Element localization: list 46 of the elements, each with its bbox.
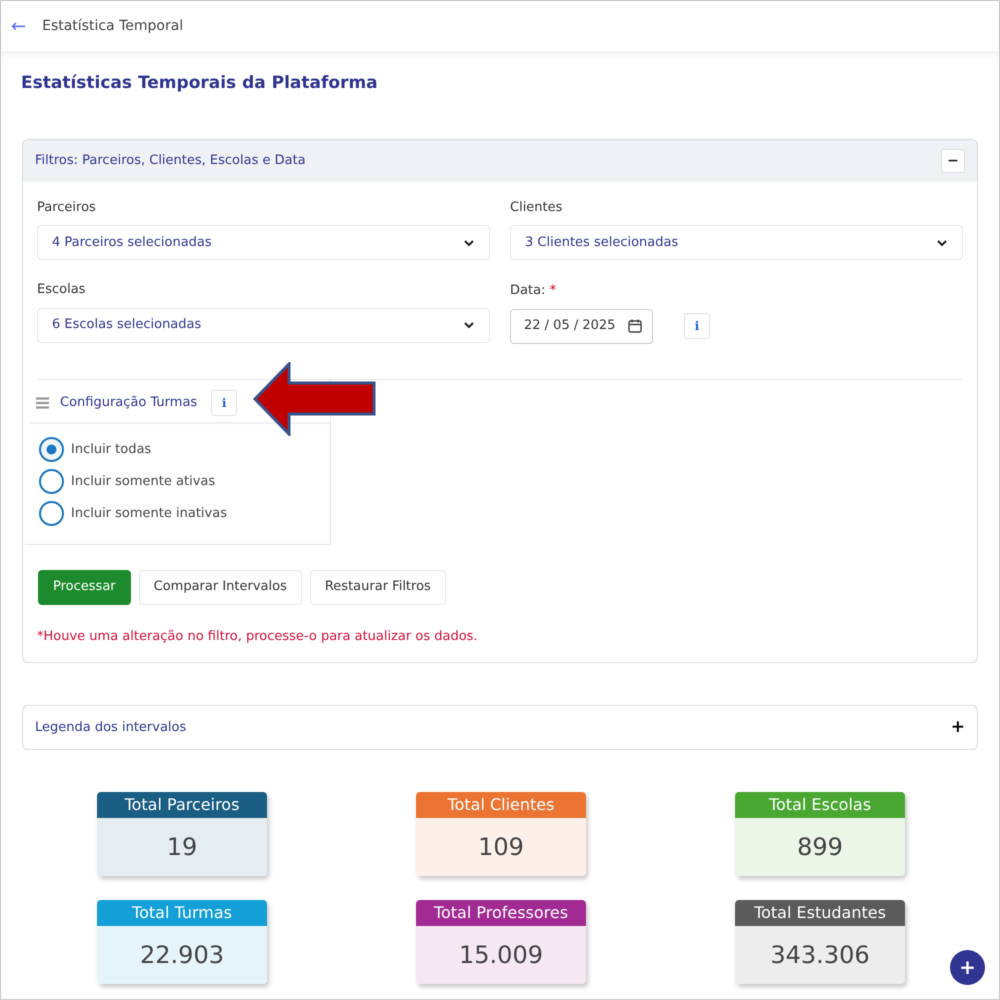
stat-value: 343.306: [735, 926, 905, 984]
secondary-button[interactable]: Restaurar Filtros: [310, 570, 446, 604]
date-field[interactable]: 22 / 05 / 2025: [510, 308, 653, 344]
card-title: Filtros: Parceiros, Clientes, Escolas e Data: [35, 152, 306, 170]
stat-header: Total Turmas: [97, 900, 267, 926]
radio-button[interactable]: [39, 501, 64, 526]
field-label: Clientes: [510, 198, 564, 216]
chevron-down-icon: [463, 321, 475, 329]
stat-value: 22.903: [97, 926, 267, 984]
select-field[interactable]: 4 Parceiros selecionadas: [37, 225, 490, 260]
process-button[interactable]: Processar: [38, 570, 131, 604]
page-title: Estatísticas Temporais da Plataforma: [21, 72, 378, 95]
info-button[interactable]: i: [684, 313, 710, 339]
radio-button[interactable]: [39, 469, 64, 494]
chevron-down-icon: [936, 238, 948, 246]
stat-value: 109: [416, 818, 586, 876]
select-field[interactable]: 3 Clientes selecionadas: [510, 225, 963, 260]
header-title: Estatística Temporal: [42, 16, 184, 36]
back-button[interactable]: ←: [11, 12, 26, 40]
stat-header: Total Clientes: [416, 792, 586, 818]
stat-header: Total Estudantes: [735, 900, 905, 926]
stat-header: Total Parceiros: [97, 792, 267, 818]
option-label: Incluir todas: [71, 440, 152, 459]
collapse-button[interactable]: −: [941, 148, 965, 172]
calendar-icon[interactable]: [628, 319, 642, 333]
add-button[interactable]: +: [950, 950, 985, 985]
option-label: Incluir somente ativas: [71, 472, 216, 491]
expand-button[interactable]: +: [950, 714, 965, 740]
stat-value: 19: [97, 818, 267, 876]
warning-text: *Houve uma alteração no filtro, processe-o para atualizar os dados.: [37, 628, 479, 646]
radio-button-selected[interactable]: [39, 437, 64, 462]
section-title: Configuração Turmas: [60, 394, 198, 412]
field-label: Escolas: [37, 281, 86, 299]
stat-value: 899: [735, 818, 905, 876]
secondary-button[interactable]: Comparar Intervalos: [138, 570, 302, 604]
field-label: Data: *: [510, 282, 556, 300]
menu-icon: [35, 396, 50, 408]
stat-header: Total Escolas: [735, 792, 905, 818]
stat-header: Total Professores: [416, 900, 586, 926]
select-field[interactable]: 6 Escolas selecionadas: [37, 308, 490, 342]
option-label: Incluir somente inativas: [71, 504, 227, 523]
card-title: Legenda dos intervalos: [35, 718, 186, 737]
info-button[interactable]: i: [211, 390, 238, 416]
chevron-down-icon: [463, 238, 475, 246]
field-label: Parceiros: [37, 198, 97, 216]
stat-value: 15.009: [416, 926, 586, 984]
